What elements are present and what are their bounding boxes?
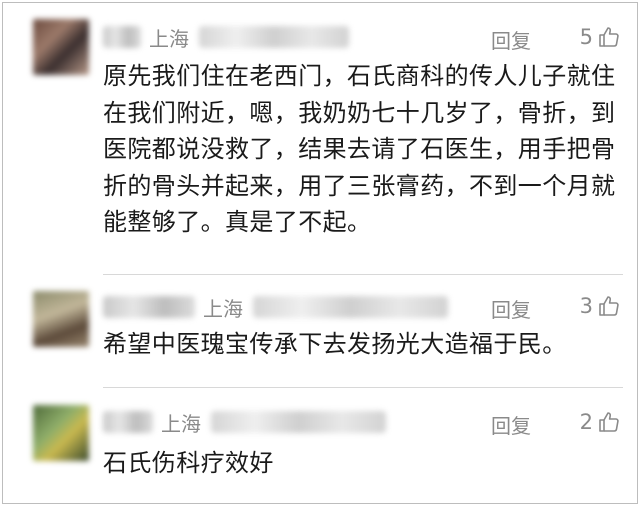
timestamp-blurred: [253, 296, 448, 318]
like-button[interactable]: 5: [580, 25, 621, 49]
comment-header: 上海: [103, 17, 637, 57]
avatar[interactable]: [33, 19, 89, 75]
avatar[interactable]: [33, 291, 89, 347]
location-label: 上海: [149, 26, 189, 51]
like-button[interactable]: 2: [580, 410, 621, 434]
comment-header: 上海: [103, 287, 637, 327]
timestamp-blurred: [199, 26, 349, 48]
thumbs-up-icon: [599, 296, 619, 316]
username-blurred[interactable]: [103, 296, 195, 318]
comment-item: 上海 回复 5 原先我们住在老西门，石氏商科的传人儿子就住在我们附近，嗯，我奶奶…: [3, 3, 637, 273]
comment-text: 希望中医瑰宝传承下去发扬光大造福于民。: [103, 330, 567, 358]
comment-item: 上海 回复 3 希望中医瑰宝传承下去发扬光大造福于民。: [3, 273, 637, 385]
comment-item: 上海 回复 2 石氏伤科疗效好: [3, 385, 637, 503]
reply-button[interactable]: 回复: [491, 25, 531, 54]
comment-list: 上海 回复 5 原先我们住在老西门，石氏商科的传人儿子就住在我们附近，嗯，我奶奶…: [2, 2, 638, 504]
comment-text: 原先我们住在老西门，石氏商科的传人儿子就住在我们附近，嗯，我奶奶七十几岁了，骨折…: [103, 62, 616, 236]
comment-text: 石氏伤科疗效好: [103, 449, 274, 477]
username-blurred[interactable]: [103, 26, 141, 48]
location-label: 上海: [203, 296, 243, 321]
thumbs-up-icon: [599, 412, 619, 432]
reply-button[interactable]: 回复: [491, 294, 531, 323]
username-blurred[interactable]: [103, 411, 153, 433]
reply-button[interactable]: 回复: [491, 410, 531, 439]
timestamp-blurred: [211, 411, 386, 433]
like-count: 5: [579, 25, 593, 49]
like-count: 2: [579, 410, 593, 434]
like-count: 3: [579, 294, 593, 318]
thumbs-up-icon: [599, 27, 619, 47]
comment-header: 上海: [103, 402, 637, 442]
location-label: 上海: [161, 411, 201, 436]
avatar[interactable]: [33, 405, 89, 461]
like-button[interactable]: 3: [580, 294, 621, 318]
